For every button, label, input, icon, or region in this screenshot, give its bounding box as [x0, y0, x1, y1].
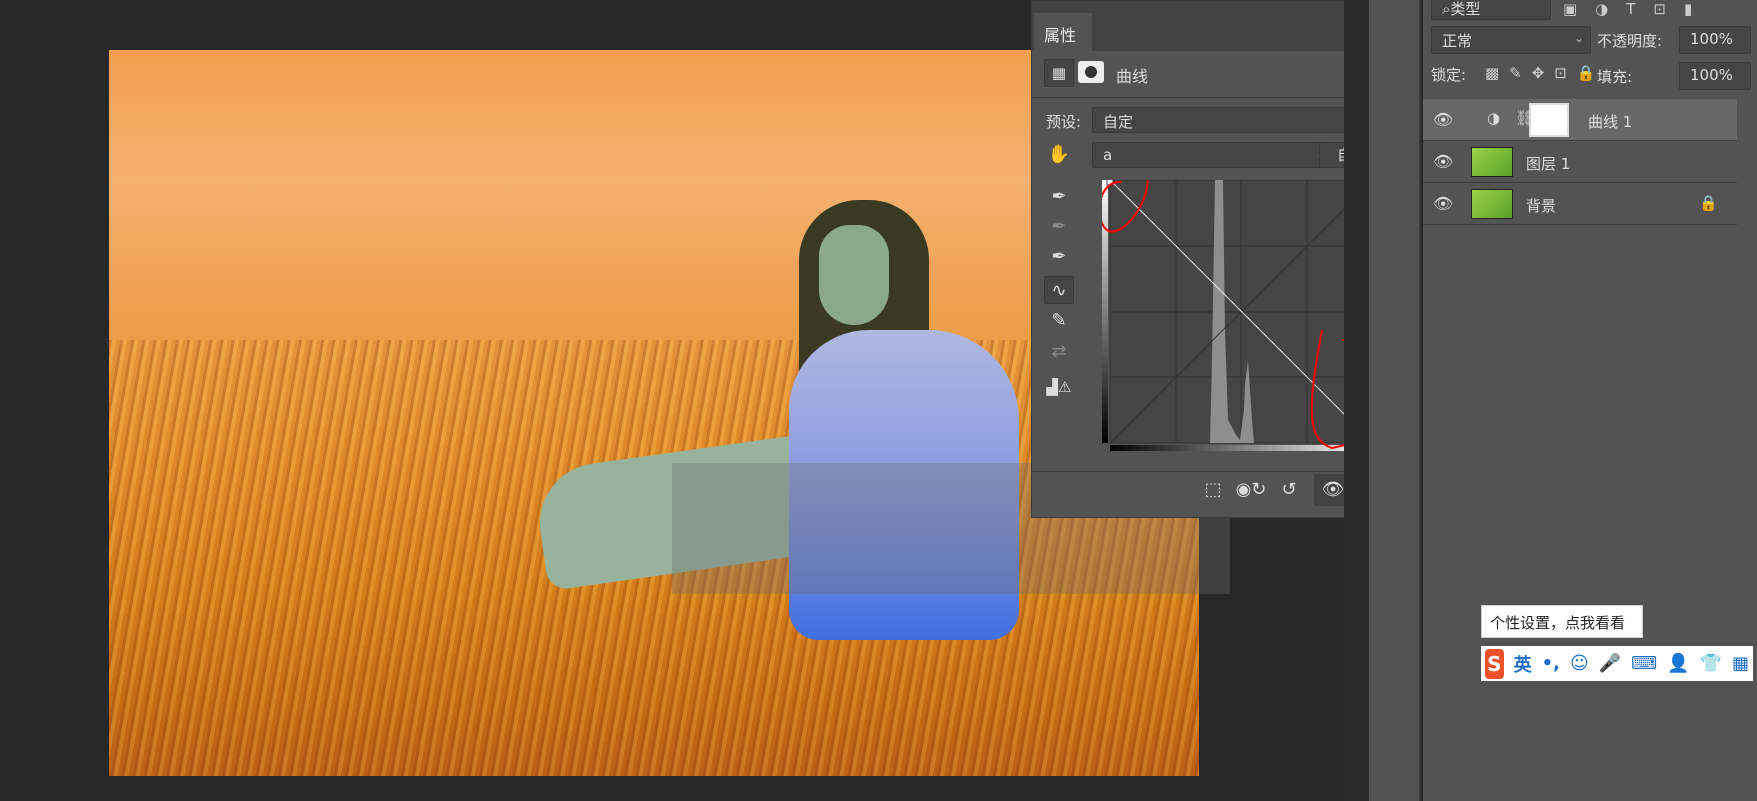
preset-label: 预设:	[1046, 113, 1082, 131]
opacity-input[interactable]: 100%	[1679, 26, 1751, 54]
lock-icons[interactable]: ▩✎✥⊡🔒	[1485, 64, 1606, 82]
filter-value: 类型	[1450, 0, 1481, 18]
eye-icon[interactable]: 👁	[1433, 152, 1453, 171]
filter-icons[interactable]: ▣◑T⊡▮	[1563, 0, 1710, 18]
clip-to-layer-icon[interactable]: ⬚	[1194, 474, 1232, 506]
clipping-warning-icon[interactable]: ▟⚠	[1044, 373, 1074, 401]
tab-properties[interactable]: 属性	[1034, 13, 1092, 51]
panel-dock	[1369, 0, 1421, 801]
eye-icon[interactable]: 👁	[1433, 110, 1453, 129]
photo-subject-face	[819, 225, 889, 325]
white-eyedropper-icon[interactable]: ✒	[1044, 243, 1074, 271]
adjustment-icon: ◑	[1487, 109, 1501, 127]
target-adjust-icon[interactable]: ✋	[1044, 141, 1074, 169]
curves-icon: ▦	[1044, 59, 1074, 87]
channel-select[interactable]: a⌄	[1092, 142, 1333, 168]
chevron-down-icon: ⌄	[1573, 31, 1584, 45]
keyboard-icon[interactable]: ⌨	[1631, 653, 1657, 674]
fill-label: 填充:	[1597, 68, 1633, 86]
ime-toolbar: S 英 •, ☺ 🎤 ⌨ 👤 👕 ▦	[1481, 646, 1753, 681]
gray-eyedropper-icon[interactable]: ✒	[1044, 213, 1074, 241]
preset-value: 自定	[1103, 113, 1134, 131]
lock-label: 锁定:	[1431, 66, 1467, 84]
ime-mode[interactable]: 英	[1514, 651, 1532, 677]
blend-mode-select[interactable]: 正常 ⌄	[1431, 26, 1591, 54]
eye-icon[interactable]: 👁	[1433, 194, 1453, 213]
channel-value: a	[1103, 146, 1113, 164]
skin-icon[interactable]: 👕	[1700, 653, 1722, 674]
layer-row[interactable]: 👁 ◑ ⛓ 曲线 1	[1423, 99, 1737, 141]
curve-point-tool-icon[interactable]: ∿	[1044, 276, 1074, 304]
layer-filter-select[interactable]: ⌕类型	[1431, 0, 1551, 20]
layer-row[interactable]: 👁 图层 1	[1423, 141, 1737, 183]
curves-graph[interactable]	[1102, 180, 1373, 452]
mask-icon[interactable]	[1078, 61, 1104, 83]
user-icon[interactable]: 👤	[1667, 653, 1689, 674]
ime-tooltip: 个性设置，点我看看	[1481, 605, 1643, 638]
layer-thumbnail	[1471, 147, 1513, 177]
toolbox-icon[interactable]: ▦	[1732, 653, 1749, 674]
fill-input[interactable]: 100%	[1679, 62, 1751, 90]
pencil-icon[interactable]: ✎	[1044, 307, 1074, 335]
opacity-label: 不透明度:	[1597, 32, 1663, 50]
layer-name[interactable]: 背景	[1526, 195, 1556, 216]
dock-gap	[1344, 0, 1369, 801]
output-gradient	[1102, 180, 1108, 443]
emoji-icon[interactable]: ☺	[1570, 653, 1589, 674]
black-eyedropper-icon[interactable]: ✒	[1044, 183, 1074, 211]
layer-thumbnail	[1471, 189, 1513, 219]
view-previous-icon[interactable]: ◉↻	[1232, 474, 1270, 506]
lock-icon: 🔒	[1699, 194, 1718, 212]
layer-row[interactable]: 👁 背景 🔒	[1423, 183, 1737, 225]
adjustment-type: 曲线	[1116, 67, 1149, 86]
microphone-icon[interactable]: 🎤	[1599, 653, 1621, 674]
layer-name[interactable]: 图层 1	[1526, 153, 1570, 174]
punctuation-icon[interactable]: •,	[1542, 653, 1560, 674]
reset-icon[interactable]: ↺	[1270, 474, 1308, 506]
blend-mode-value: 正常	[1442, 32, 1473, 50]
smooth-icon[interactable]: ⇄	[1044, 338, 1074, 366]
sogou-logo-icon[interactable]: S	[1485, 648, 1504, 679]
layer-name[interactable]: 曲线 1	[1588, 111, 1632, 132]
mask-thumbnail[interactable]	[1529, 103, 1569, 137]
